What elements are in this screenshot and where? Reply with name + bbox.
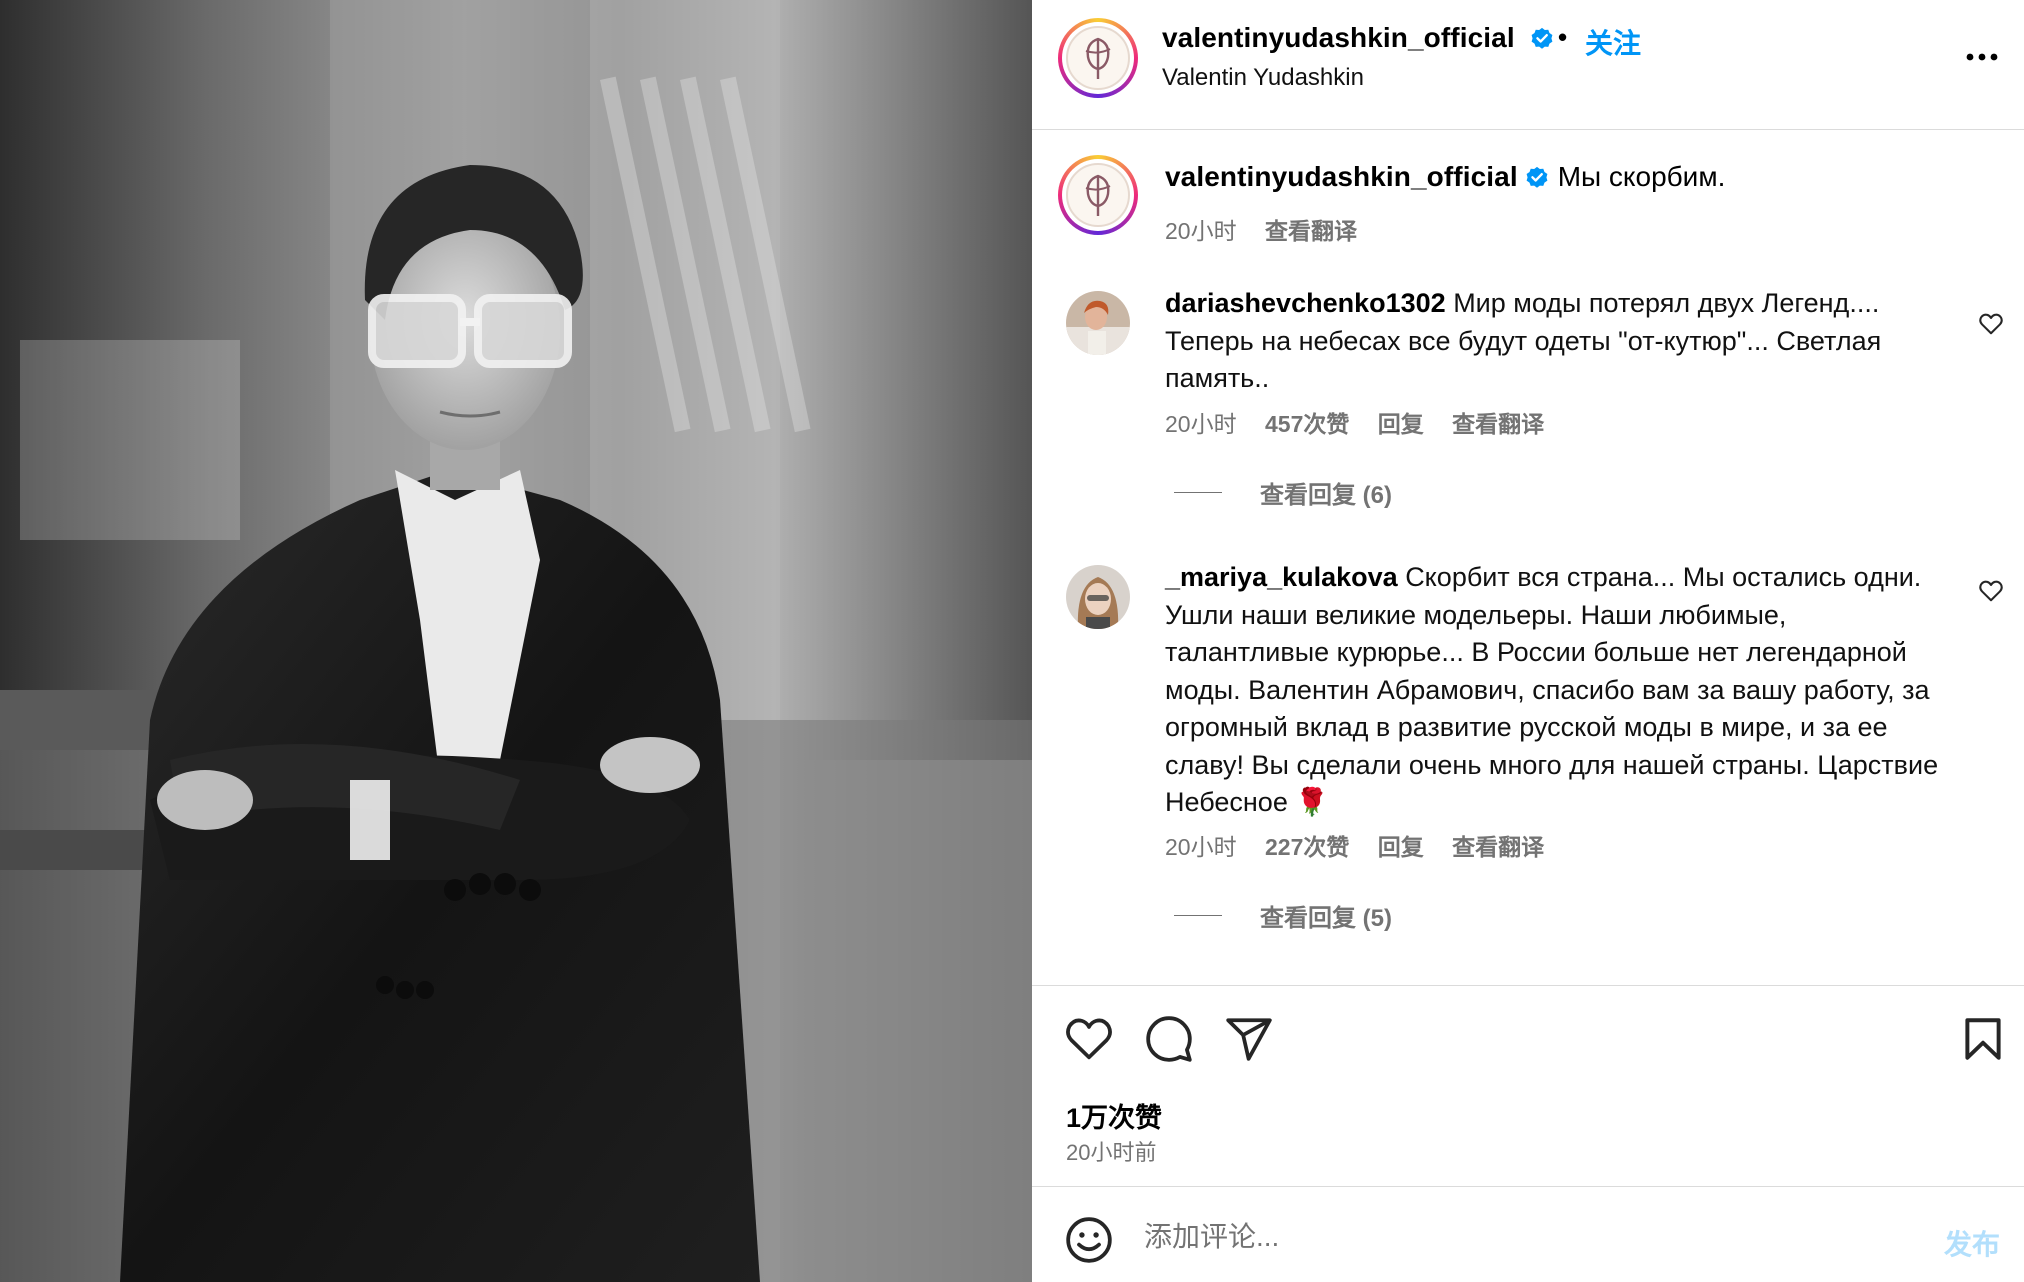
share-icon[interactable] — [1224, 1014, 1274, 1064]
author-username[interactable]: valentinyudashkin_official — [1162, 22, 1555, 54]
author-avatar[interactable] — [1058, 18, 1138, 98]
author-full-name: Valentin Yudashkin — [1162, 64, 1364, 91]
bookmark-icon[interactable] — [1958, 1014, 2008, 1064]
comment-text: _mariya_kulakova Скорбит вся страна... М… — [1165, 559, 1945, 822]
post-comment-button[interactable]: 发布 — [1944, 1223, 2000, 1263]
comment-input[interactable] — [1144, 1211, 1844, 1263]
comment-reply-button[interactable]: 回复 — [1378, 411, 1424, 437]
caption-text: valentinyudashkin_official Мы скорбим. — [1165, 161, 1725, 193]
replies-divider-line — [1174, 491, 1222, 494]
comment-meta: 20小时 227次赞 回复 查看翻译 — [1165, 828, 1566, 862]
post-photo[interactable] — [0, 0, 1032, 1282]
caption-username[interactable]: valentinyudashkin_official — [1165, 161, 1518, 192]
avatar-ring — [1062, 159, 1134, 231]
add-comment-bar: 发布 — [1032, 1186, 2024, 1282]
comment-meta: 20小时 457次赞 回复 查看翻译 — [1165, 405, 1566, 439]
comment-username[interactable]: _mariya_kulakova — [1165, 562, 1398, 592]
author-username-text[interactable]: valentinyudashkin_official — [1162, 22, 1515, 53]
view-replies-label[interactable]: 查看回复 (5) — [1260, 898, 1392, 933]
avatar-image — [1066, 163, 1130, 227]
brand-logo-icon — [1085, 37, 1111, 79]
view-replies-button[interactable]: 查看回复 (6) — [1174, 475, 1392, 510]
avatar-ring — [1062, 22, 1134, 94]
post-timestamp[interactable]: 20小时前 — [1066, 1135, 1156, 1167]
more-options-icon[interactable] — [1962, 42, 2002, 72]
user-photo — [1066, 291, 1130, 355]
view-replies-label[interactable]: 查看回复 (6) — [1260, 475, 1392, 510]
caption-meta: 20小时 查看翻译 — [1165, 212, 1379, 246]
comment-time[interactable]: 20小时 — [1165, 411, 1237, 437]
comment-like-heart-icon[interactable] — [1978, 311, 2004, 337]
portrait-illustration — [0, 0, 1032, 1282]
post-like-count[interactable]: 1万次赞 — [1066, 1096, 1162, 1135]
post-actions: 1万次赞 20小时前 — [1032, 985, 2024, 1185]
user-photo — [1066, 565, 1130, 629]
caption-time[interactable]: 20小时 — [1165, 218, 1237, 244]
comment-like-heart-icon[interactable] — [1978, 578, 2004, 604]
comment-avatar[interactable] — [1066, 291, 1130, 355]
comment-translate-link[interactable]: 查看翻译 — [1452, 411, 1544, 437]
comment-icon[interactable] — [1144, 1014, 1194, 1064]
header-separator: • — [1558, 22, 1568, 52]
comment-body: Скорбит вся страна... Мы остались одни. … — [1165, 562, 1939, 817]
avatar-image — [1066, 26, 1130, 90]
comment-translate-link[interactable]: 查看翻译 — [1452, 834, 1544, 860]
caption-author-avatar[interactable] — [1058, 155, 1138, 235]
heart-icon[interactable] — [1064, 1014, 1114, 1064]
replies-divider-line — [1174, 914, 1222, 917]
comment-time[interactable]: 20小时 — [1165, 834, 1237, 860]
comment-reply-button[interactable]: 回复 — [1378, 834, 1424, 860]
comments-list[interactable]: valentinyudashkin_official Мы скорбим. 2… — [1032, 131, 2024, 986]
brand-logo-icon — [1085, 174, 1111, 216]
view-replies-button[interactable]: 查看回复 (5) — [1174, 898, 1392, 933]
verified-badge-icon — [1526, 166, 1548, 188]
comment-text: dariashevchenko1302 Мир моды потерял дву… — [1165, 285, 1945, 398]
post-header: valentinyudashkin_official • 关注 Valentin… — [1032, 0, 2024, 130]
caption-translate-link[interactable]: 查看翻译 — [1265, 218, 1357, 244]
caption-body: Мы скорбим. — [1557, 161, 1726, 192]
verified-badge-icon — [1531, 27, 1552, 49]
comment-likes[interactable]: 227次赞 — [1265, 834, 1349, 860]
comment-avatar[interactable] — [1066, 565, 1130, 629]
follow-button[interactable]: 关注 — [1585, 22, 1641, 62]
comment-likes[interactable]: 457次赞 — [1265, 411, 1349, 437]
post-side-panel: valentinyudashkin_official • 关注 Valentin… — [1032, 0, 2024, 1282]
comment-username[interactable]: dariashevchenko1302 — [1165, 288, 1446, 318]
emoji-icon[interactable] — [1064, 1215, 1114, 1265]
